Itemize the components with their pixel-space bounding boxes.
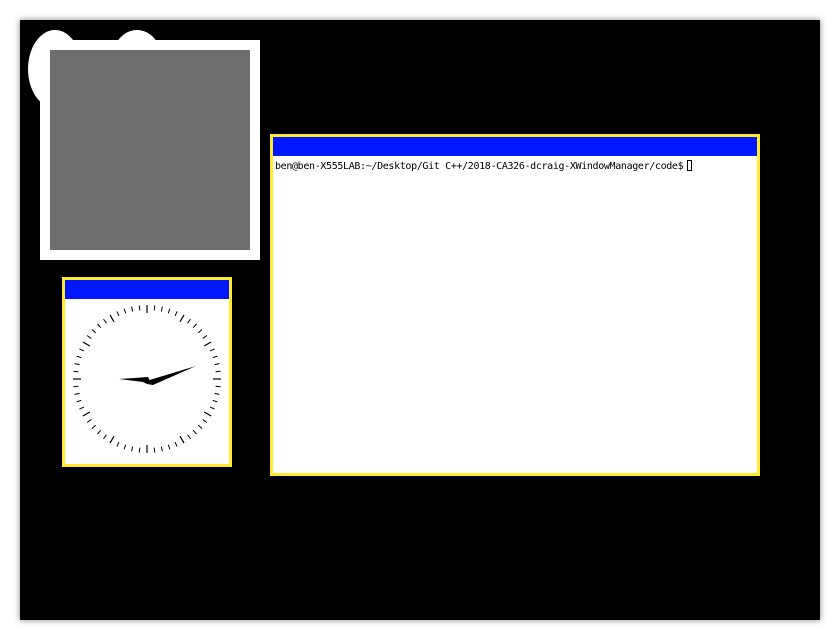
clock-tick — [192, 323, 197, 329]
clock-tick — [174, 311, 178, 317]
clock-window[interactable] — [62, 277, 232, 467]
clock-tick — [82, 341, 91, 347]
gray-window-client[interactable] — [50, 50, 250, 250]
clock-tick — [215, 370, 221, 373]
clock-titlebar[interactable] — [65, 280, 229, 299]
clock-tick — [192, 429, 197, 435]
clock-tick — [109, 435, 115, 444]
clock-tick — [109, 314, 115, 323]
gray-window[interactable] — [40, 40, 260, 260]
clock-tick — [138, 447, 141, 453]
text-cursor — [687, 160, 693, 171]
clock-tick — [73, 370, 79, 373]
clock-tick — [202, 419, 208, 423]
clock-tick — [179, 435, 185, 444]
clock-tick — [91, 424, 97, 429]
terminal-client[interactable]: ben@ben-X555LAB:~/Desktop/Git C++/2018-C… — [273, 156, 757, 470]
clock-tick — [73, 385, 79, 388]
clock-tick — [97, 429, 102, 435]
clock-tick — [167, 308, 171, 314]
clock-tick — [74, 392, 80, 395]
clock-tick — [203, 341, 212, 347]
clock-tick — [160, 306, 163, 312]
clock-tick — [79, 406, 85, 410]
minute-hand-icon — [143, 366, 196, 385]
clock-tick — [79, 348, 85, 352]
clock-tick — [153, 305, 156, 311]
clock-tick — [131, 446, 134, 452]
clock-tick — [187, 318, 191, 324]
clock-tick — [187, 434, 191, 440]
clock-tick — [103, 318, 107, 324]
clock-tick — [209, 348, 215, 352]
clock-tick — [160, 446, 163, 452]
clock-tick — [123, 308, 127, 314]
clock-tick — [202, 335, 208, 339]
clock-tick — [86, 419, 92, 423]
analog-clock-icon — [73, 305, 221, 453]
clock-tick — [212, 355, 218, 359]
clock-tick — [203, 411, 212, 417]
clock-tick — [123, 444, 127, 450]
terminal-prompt: ben@ben-X555LAB:~/Desktop/Git C++/2018-C… — [275, 161, 684, 172]
desktop[interactable]: ben@ben-X555LAB:~/Desktop/Git C++/2018-C… — [20, 20, 820, 620]
clock-tick — [179, 314, 185, 323]
clock-tick — [197, 424, 203, 429]
terminal-prompt-line[interactable]: ben@ben-X555LAB:~/Desktop/Git C++/2018-C… — [275, 160, 693, 173]
clock-tick — [209, 406, 215, 410]
clock-tick — [215, 385, 221, 388]
clock-tick — [76, 399, 82, 403]
terminal-titlebar[interactable] — [273, 137, 757, 156]
clock-tick — [174, 441, 178, 447]
clock-tick — [76, 355, 82, 359]
clock-tick — [82, 411, 91, 417]
terminal-window[interactable]: ben@ben-X555LAB:~/Desktop/Git C++/2018-C… — [270, 134, 760, 476]
clock-tick — [212, 399, 218, 403]
clock-tick — [214, 363, 220, 366]
clock-tick — [86, 335, 92, 339]
clock-tick — [74, 363, 80, 366]
clock-tick — [103, 434, 107, 440]
clock-tick — [138, 305, 141, 311]
clock-tick — [153, 447, 156, 453]
clock-tick — [91, 329, 97, 334]
clock-tick — [116, 311, 120, 317]
clock-tick — [214, 392, 220, 395]
clock-tick — [116, 441, 120, 447]
clock-face — [65, 299, 229, 461]
clock-tick — [97, 323, 102, 329]
clock-tick — [167, 444, 171, 450]
clock-tick — [197, 329, 203, 334]
clock-tick — [131, 306, 134, 312]
